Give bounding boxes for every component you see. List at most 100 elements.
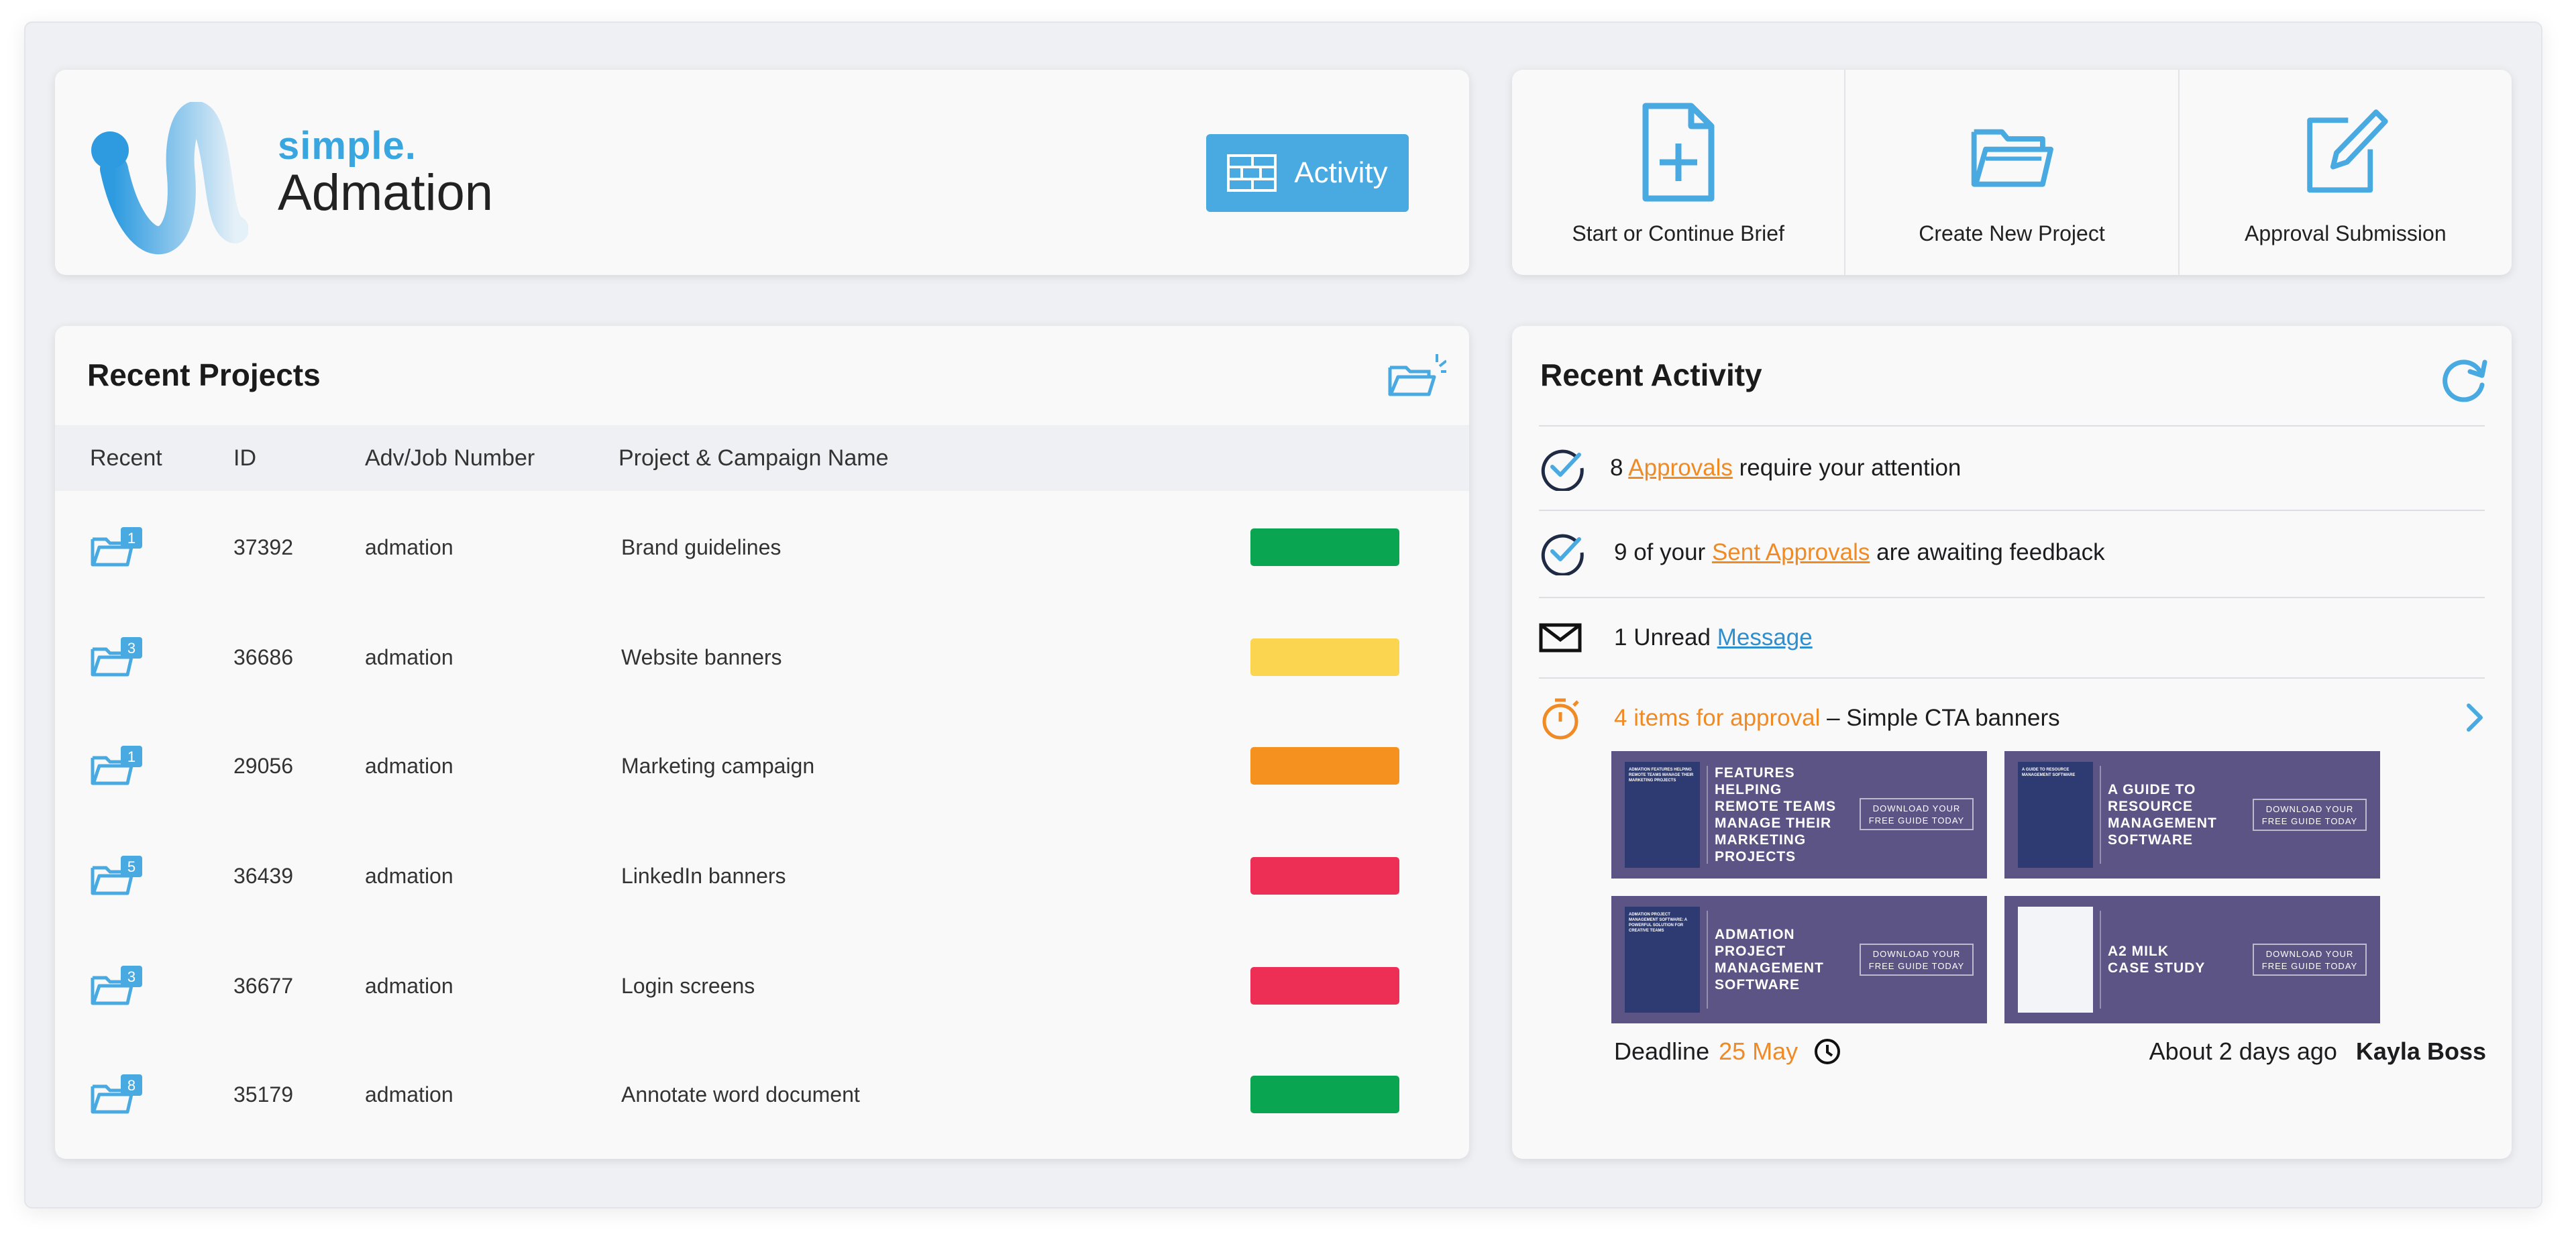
pending-suffix: – Simple CTA banners (1827, 705, 2060, 731)
thumbnail-title: FEATURES HELPING REMOTE TEAMS MANAGE THEIR M… (1715, 765, 1837, 864)
approvals-count: 8 (1610, 455, 1623, 481)
document-cover: ADMATION FEATURES HELPING REMOTE TEAMS M… (1625, 762, 1700, 868)
sent-approvals-row: 9 of your Sent Approvals are awaiting fe… (1539, 511, 2485, 594)
sent-approvals-link[interactable]: Sent Approvals (1712, 539, 1870, 565)
project-id: 36677 (233, 973, 293, 998)
status-bar (1250, 638, 1399, 676)
brick-wall-icon (1227, 154, 1277, 192)
create-project-label: Create New Project (1919, 221, 2105, 245)
status-bar (1250, 857, 1399, 895)
download-guide-cta: DOWNLOAD YOUR FREE GUIDE TODAY (1860, 798, 1974, 830)
time-ago: About 2 days ago (2149, 1037, 2337, 1065)
table-row[interactable]: 8 35179 admation Annotate word document (55, 1041, 1469, 1148)
project-folder-icon: 1 (91, 527, 142, 567)
table-row[interactable]: 1 37392 admation Brand guidelines (55, 494, 1469, 601)
recent-count: 8 (127, 1077, 136, 1094)
quick-actions-card: Start or Continue Brief Create New Proje… (1512, 70, 2512, 275)
sent-prefix: 9 of your (1614, 539, 1706, 565)
job-number: admation (365, 753, 453, 778)
recent-count: 3 (127, 640, 136, 657)
activity-button[interactable]: Activity (1206, 134, 1409, 212)
activity-footer: Deadline 25 May About 2 days ago Kayla B… (1614, 1037, 2486, 1066)
project-folder-icon: 5 (91, 856, 142, 895)
project-id: 36686 (233, 644, 293, 669)
approvals-suffix: require your attention (1739, 455, 1962, 481)
thumbnail-title: A2 MILK CASE STUDY (2108, 944, 2206, 976)
job-number: admation (365, 863, 453, 888)
cta-banner-thumbnail[interactable]: ADMATION PROJECT MANAGEMENT SOFTWARE: A … (1611, 896, 1987, 1023)
status-bar (1250, 967, 1399, 1005)
approval-check-icon (1541, 449, 1584, 491)
pending-highlight: 4 items for approval (1614, 705, 1821, 731)
approval-submission-label: Approval Submission (2245, 221, 2447, 245)
job-number: admation (365, 973, 453, 998)
thumbnail-title: ADMATION PROJECT MANAGEMENT SOFTWARE (1715, 927, 1824, 993)
start-brief-label: Start or Continue Brief (1572, 221, 1784, 245)
recent-activity-title: Recent Activity (1540, 357, 1762, 392)
project-name: Annotate word document (621, 1082, 860, 1107)
job-number: admation (365, 1082, 453, 1107)
project-id: 29056 (233, 753, 293, 778)
header-card: simple. Admation Activity (55, 70, 1469, 275)
deadline-label: Deadline (1614, 1037, 1710, 1065)
cta-banner-thumbnail[interactable]: A GUIDE TO RESOURCE MANAGEMENT SOFTWARE … (2004, 751, 2380, 879)
document-cover-text: A GUIDE TO RESOURCE MANAGEMENT SOFTWARE (2022, 768, 2076, 777)
project-name: Marketing campaign (621, 753, 815, 778)
table-row[interactable]: 3 36677 admation Login screens (55, 932, 1469, 1039)
new-document-icon (1642, 103, 1715, 202)
pending-approval-row[interactable]: 4 items for approval – Simple CTA banner… (1539, 679, 2485, 758)
job-number: admation (365, 644, 453, 669)
job-number: admation (365, 534, 453, 559)
project-id: 35179 (233, 1082, 293, 1107)
admation-logo-icon (91, 102, 248, 255)
user-name: Kayla Boss (2355, 1037, 2486, 1065)
status-bar (1250, 747, 1399, 785)
approval-check-icon (1541, 534, 1584, 575)
project-folder-icon: 3 (91, 637, 142, 677)
start-brief-button[interactable]: Start or Continue Brief (1512, 70, 1846, 275)
recent-activity-card: Recent Activity 8 Approvals require your… (1512, 326, 2512, 1159)
approvals-link[interactable]: Approvals (1628, 455, 1733, 481)
thumbnail-title: A GUIDE TO RESOURCE MANAGEMENT SOFTWARE (2108, 782, 2217, 848)
projects-table-header: Recent ID Adv/Job Number Project & Campa… (55, 425, 1469, 491)
brand-tagline: simple. (278, 124, 417, 168)
envelope-icon (1539, 623, 1582, 653)
open-folder-icon (1971, 129, 2053, 187)
message-link[interactable]: Message (1717, 624, 1813, 651)
table-row[interactable]: 5 36439 admation LinkedIn banners (55, 822, 1469, 929)
chevron-right-icon[interactable] (2465, 703, 2485, 732)
project-name: LinkedIn banners (621, 863, 786, 888)
project-folder-icon: 8 (91, 1074, 142, 1114)
column-id: ID (233, 445, 256, 471)
document-cover: A GUIDE TO RESOURCE MANAGEMENT SOFTWARE (2018, 762, 2093, 868)
project-name: Website banners (621, 644, 782, 669)
document-cover (2018, 907, 2093, 1013)
recent-count: 3 (127, 968, 136, 985)
refresh-icon[interactable] (2438, 353, 2491, 406)
new-folder-icon[interactable] (1386, 351, 1446, 398)
status-bar (1250, 528, 1399, 566)
download-guide-cta: DOWNLOAD YOUR FREE GUIDE TODAY (2253, 944, 2367, 976)
cta-banner-thumbnail[interactable]: A2 MILK CASE STUDY DOWNLOAD YOUR FREE GUI… (2004, 896, 2380, 1023)
deadline-date: 25 May (1719, 1037, 1799, 1065)
approvals-row: 8 Approvals require your attention (1539, 427, 2485, 510)
project-name: Login screens (621, 973, 755, 998)
sent-suffix: are awaiting feedback (1876, 539, 2105, 565)
document-cover: ADMATION PROJECT MANAGEMENT SOFTWARE: A … (1625, 907, 1700, 1013)
project-folder-icon: 1 (91, 746, 142, 785)
stopwatch-icon (1542, 698, 1579, 740)
brand-name: Admation (278, 164, 494, 221)
messages-row: 1 Unread Message (1539, 598, 2485, 677)
project-id: 36439 (233, 863, 293, 888)
create-project-button[interactable]: Create New Project (1845, 70, 2180, 275)
approval-submission-button[interactable]: Approval Submission (2180, 70, 2512, 275)
cta-banner-thumbnail[interactable]: ADMATION FEATURES HELPING REMOTE TEAMS M… (1611, 751, 1987, 879)
table-row[interactable]: 1 29056 admation Marketing campaign (55, 712, 1469, 820)
column-recent: Recent (90, 445, 162, 471)
messages-prefix: 1 Unread (1614, 624, 1711, 651)
project-id: 37392 (233, 534, 293, 559)
table-row[interactable]: 3 36686 admation Website banners (55, 604, 1469, 711)
download-guide-cta: DOWNLOAD YOUR FREE GUIDE TODAY (1860, 944, 1974, 976)
download-guide-cta: DOWNLOAD YOUR FREE GUIDE TODAY (2253, 799, 2367, 831)
document-cover-text: ADMATION PROJECT MANAGEMENT SOFTWARE: A … (1629, 913, 1687, 933)
